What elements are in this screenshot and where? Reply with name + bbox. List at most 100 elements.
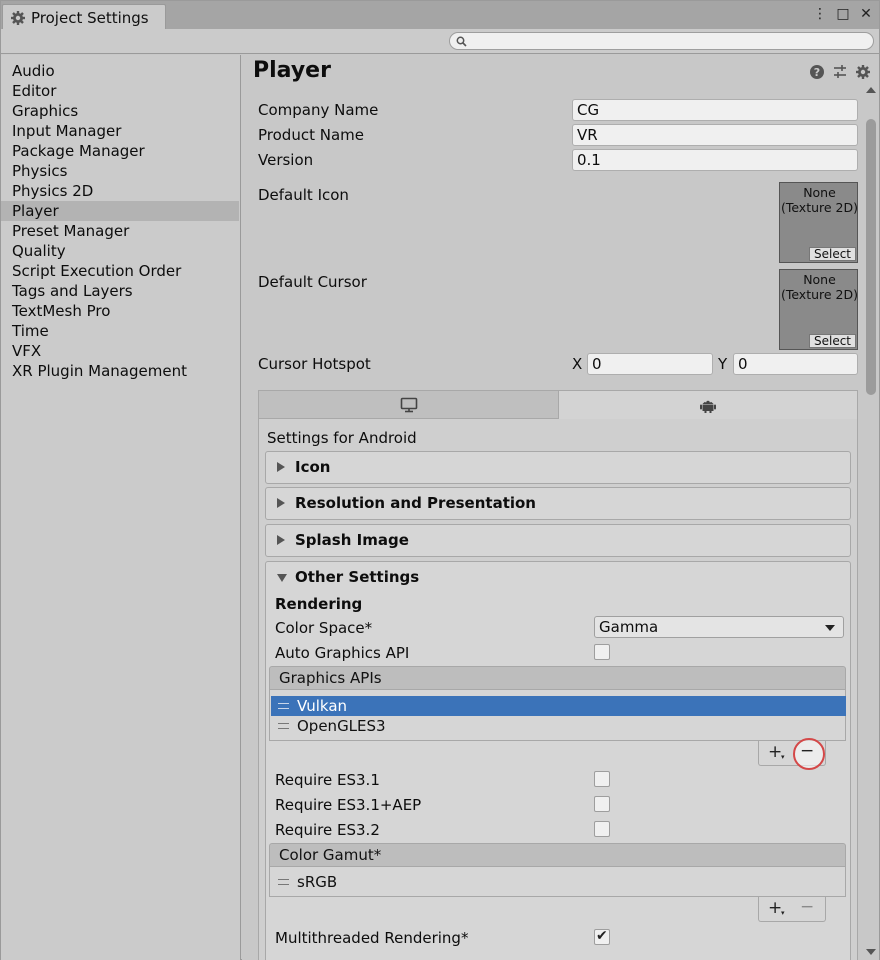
sidebar-item-editor[interactable]: Editor	[1, 81, 239, 101]
section-other-settings: Other Settings Rendering Color Space* Ga…	[265, 561, 851, 960]
tab-android[interactable]	[559, 391, 857, 419]
hotspot-x-label: X	[572, 355, 583, 373]
require-es31-label: Require ES3.1	[275, 771, 380, 789]
search-row	[1, 29, 879, 54]
color-gamut-add-remove: + ▾ −	[758, 897, 826, 922]
color-space-value: Gamma	[599, 618, 659, 636]
require-es31-aep-checkbox[interactable]	[594, 796, 610, 812]
search-icon	[456, 36, 467, 47]
section-splash-image[interactable]: Splash Image	[265, 524, 851, 557]
sidebar-item-tags-and-layers[interactable]: Tags and Layers	[1, 281, 239, 301]
multithreaded-rendering-checkbox[interactable]: ✔	[594, 928, 610, 945]
monitor-icon	[400, 397, 417, 413]
close-icon[interactable]: ✕	[859, 7, 873, 21]
auto-graphics-api-label: Auto Graphics API	[275, 644, 410, 662]
default-icon-select-button[interactable]: Select	[809, 247, 856, 261]
company-name-field[interactable]	[572, 99, 858, 121]
auto-graphics-api-checkbox[interactable]	[594, 644, 610, 660]
android-icon	[700, 400, 716, 413]
scroll-down-arrow-icon[interactable]	[866, 949, 876, 955]
sidebar-item-graphics[interactable]: Graphics	[1, 101, 239, 121]
sidebar-item-audio[interactable]: Audio	[1, 61, 239, 81]
other-settings-header[interactable]: Other Settings	[295, 568, 419, 586]
require-es32-checkbox[interactable]	[594, 821, 610, 837]
settings-sidebar: Audio Editor Graphics Input Manager Pack…	[1, 55, 241, 960]
drag-handle-icon[interactable]	[278, 703, 289, 709]
default-icon-slot-text: None (Texture 2D)	[780, 185, 859, 215]
require-es31-checkbox[interactable]	[594, 771, 610, 787]
sidebar-item-quality[interactable]: Quality	[1, 241, 239, 261]
settings-gear-icon[interactable]	[855, 64, 871, 80]
header-icons: ?	[809, 64, 871, 80]
section-icon-label: Icon	[295, 458, 331, 476]
color-gamut-list: sRGB	[269, 867, 846, 897]
section-resolution-and-presentation[interactable]: Resolution and Presentation	[265, 487, 851, 520]
require-es32-label: Require ES3.2	[275, 821, 380, 839]
window-controls: ⋮ □ ✕	[813, 7, 873, 21]
search-input[interactable]	[449, 32, 874, 50]
hotspot-y-field[interactable]	[733, 353, 858, 375]
vertical-scrollbar[interactable]	[863, 85, 879, 960]
add-dropdown-caret-icon: ▾	[781, 753, 785, 761]
sidebar-item-script-execution-order[interactable]: Script Execution Order	[1, 261, 239, 281]
company-name-label: Company Name	[258, 101, 379, 119]
help-icon[interactable]: ?	[809, 64, 825, 80]
graphics-apis-list: Vulkan OpenGLES3	[269, 690, 846, 741]
kebab-menu-icon[interactable]: ⋮	[813, 7, 827, 21]
sidebar-item-textmesh-pro[interactable]: TextMesh Pro	[1, 301, 239, 321]
list-item-srgb[interactable]: sRGB	[271, 872, 846, 892]
collapsed-arrow-icon	[277, 462, 285, 472]
require-es31-aep-label: Require ES3.1+AEP	[275, 796, 422, 814]
default-icon-slot[interactable]: None (Texture 2D) Select	[779, 182, 858, 263]
preset-sliders-icon[interactable]	[832, 64, 848, 80]
title-bar: Project Settings ⋮ □ ✕	[1, 1, 879, 30]
gear-icon	[11, 11, 25, 25]
default-cursor-select-button[interactable]: Select	[809, 334, 856, 348]
list-item-label: Vulkan	[297, 697, 348, 715]
drag-handle-icon[interactable]	[278, 879, 289, 885]
sidebar-item-player[interactable]: Player	[1, 201, 239, 221]
scroll-up-arrow-icon[interactable]	[866, 87, 876, 93]
default-cursor-label: Default Cursor	[258, 273, 367, 291]
remove-api-button[interactable]: −	[800, 741, 814, 761]
settings-for-android-label: Settings for Android	[267, 429, 417, 447]
sidebar-item-package-manager[interactable]: Package Manager	[1, 141, 239, 161]
sidebar-item-time[interactable]: Time	[1, 321, 239, 341]
color-space-dropdown[interactable]: Gamma	[594, 616, 844, 638]
scrollbar-thumb[interactable]	[866, 119, 876, 395]
section-icon[interactable]: Icon	[265, 451, 851, 484]
sidebar-item-vfx[interactable]: VFX	[1, 341, 239, 361]
collapsed-arrow-icon	[277, 498, 285, 508]
default-cursor-slot[interactable]: None (Texture 2D) Select	[779, 269, 858, 350]
maximize-icon[interactable]: □	[836, 7, 850, 21]
list-item-vulkan[interactable]: Vulkan	[271, 696, 846, 716]
rendering-label: Rendering	[275, 595, 363, 613]
tab-title: Project Settings	[31, 9, 149, 27]
drag-handle-icon[interactable]	[278, 723, 289, 729]
dropdown-caret-icon	[825, 625, 835, 631]
sidebar-item-physics-2d[interactable]: Physics 2D	[1, 181, 239, 201]
expanded-arrow-icon[interactable]	[277, 574, 287, 582]
page-title: Player	[253, 58, 331, 83]
sidebar-item-input-manager[interactable]: Input Manager	[1, 121, 239, 141]
hotspot-x-field[interactable]	[587, 353, 713, 375]
list-item-opengles3[interactable]: OpenGLES3	[271, 716, 846, 736]
product-name-field[interactable]	[572, 124, 858, 146]
tab-pc-standalone[interactable]	[259, 391, 559, 419]
default-icon-label: Default Icon	[258, 186, 349, 204]
project-settings-tab[interactable]: Project Settings	[2, 4, 166, 30]
product-name-label: Product Name	[258, 126, 364, 144]
checkmark-icon: ✔	[596, 928, 608, 944]
add-dropdown-caret-icon: ▾	[781, 909, 785, 917]
list-item-label: sRGB	[297, 873, 338, 891]
sidebar-item-preset-manager[interactable]: Preset Manager	[1, 221, 239, 241]
color-gamut-header: Color Gamut*	[269, 843, 846, 867]
remove-gamut-button[interactable]: −	[800, 897, 814, 917]
version-field[interactable]	[572, 149, 858, 171]
svg-text:?: ?	[814, 66, 820, 79]
collapsed-arrow-icon	[277, 535, 285, 545]
platform-settings-box: Settings for Android Icon Resolution and…	[258, 390, 858, 960]
sidebar-item-physics[interactable]: Physics	[1, 161, 239, 181]
player-settings-panel: Player ? Company Name CG Product Name VR…	[242, 55, 870, 960]
sidebar-item-xr-plugin-management[interactable]: XR Plugin Management	[1, 361, 239, 381]
